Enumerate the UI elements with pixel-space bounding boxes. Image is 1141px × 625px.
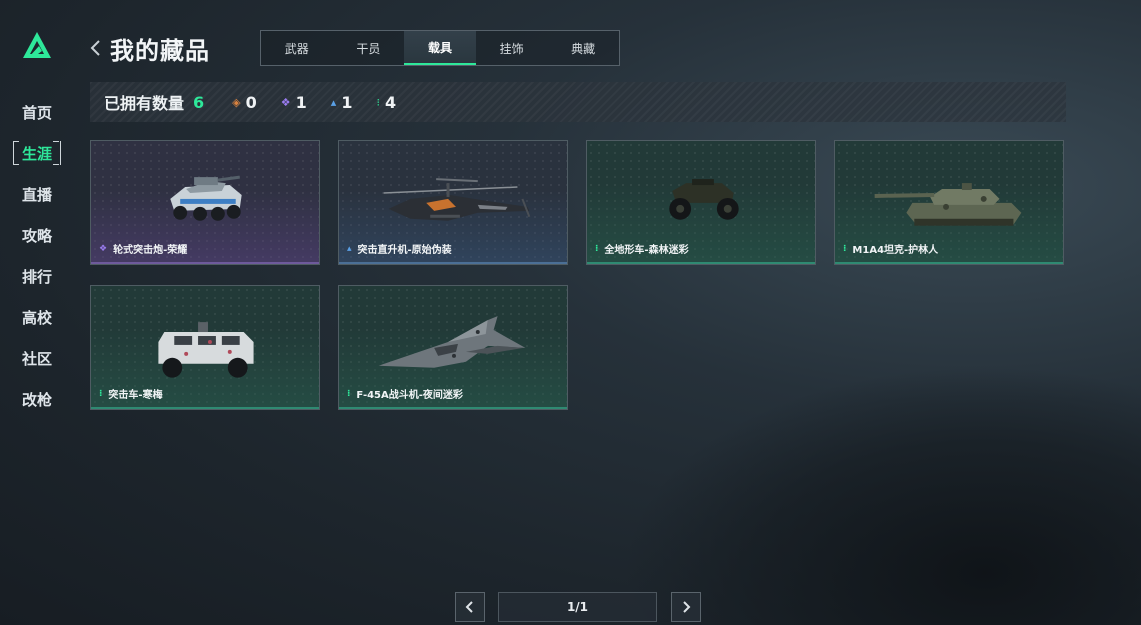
vehicle-card-label: ⁝ 突击车-寒梅: [99, 386, 163, 402]
purple-diamonds-icon: ❖: [280, 95, 291, 109]
green-dots-icon: ⁝: [843, 243, 847, 254]
fighter-jet-image: [378, 316, 526, 368]
vehicle-name: 轮式突击炮-荣耀: [113, 245, 188, 256]
vehicle-card-label: ⁝ F-45A战斗机-夜间迷彩: [347, 386, 463, 402]
sidebar-item-guides[interactable]: 攻略: [12, 215, 62, 256]
tank-image: [874, 183, 1022, 226]
vehicle-card[interactable]: ⁝ M1A4坦克-护林人: [834, 140, 1064, 265]
sidebar-nav: 首页 生涯 直播 攻略 排行 高校 社区 改枪: [12, 92, 62, 420]
vehicle-card[interactable]: ⁝ F-45A战斗机-夜间迷彩: [338, 285, 568, 410]
tab-vehicles[interactable]: 载具: [404, 31, 476, 65]
blue-triangle-icon: ▴: [330, 95, 337, 109]
prev-page-button[interactable]: [455, 592, 485, 622]
app-logo-icon: [23, 32, 51, 58]
rarity-strip: [339, 407, 567, 409]
vehicle-name: 全地形车-森林迷彩: [604, 245, 689, 256]
orange-diamond-icon: ◈: [232, 95, 241, 109]
sidebar-item-home[interactable]: 首页: [12, 92, 62, 133]
rarity-count-orange: ◈ 0: [232, 93, 257, 112]
page-indicator: 1/1: [498, 592, 657, 622]
sidebar-item-rankings[interactable]: 排行: [12, 256, 62, 297]
owned-count-label: 已拥有数量: [104, 94, 185, 113]
vehicle-card[interactable]: ⁝ 全地形车-森林迷彩: [586, 140, 816, 265]
sidebar-item-live[interactable]: 直播: [12, 174, 62, 215]
chevron-left-icon: [465, 601, 473, 613]
rarity-count-value: 1: [295, 92, 307, 112]
rarity-count-value: 0: [245, 92, 257, 112]
purple-diamonds-icon: ❖: [99, 243, 108, 254]
helicopter-image: [383, 178, 531, 221]
rarity-count-green: ⁝ 4: [376, 93, 396, 112]
vehicle-card-label: ❖ 轮式突击炮-荣耀: [99, 241, 188, 257]
background-mountain: [621, 365, 1141, 625]
tab-charms[interactable]: 挂饰: [476, 31, 548, 65]
tab-operators[interactable]: 干员: [333, 31, 405, 65]
armored-car-image: [170, 175, 242, 221]
rarity-strip: [587, 262, 815, 264]
vehicle-card[interactable]: ⁝ 突击车-寒梅: [90, 285, 320, 410]
sidebar-item-community[interactable]: 社区: [12, 338, 62, 379]
rarity-count-purple: ❖ 1: [281, 93, 307, 112]
vehicle-card-label: ⁝ 全地形车-森林迷彩: [595, 241, 689, 257]
green-dots-icon: ⁝: [347, 388, 351, 399]
tab-weapons[interactable]: 武器: [261, 31, 333, 65]
rarity-strip: [91, 262, 319, 264]
vehicle-name: F-45A战斗机-夜间迷彩: [356, 390, 463, 401]
rarity-strip: [91, 407, 319, 409]
rarity-count-blue: ▴ 1: [331, 93, 353, 112]
blue-triangle-icon: ▴: [347, 243, 352, 254]
sidebar-item-career[interactable]: 生涯: [12, 133, 62, 174]
sidebar-item-colleges[interactable]: 高校: [12, 297, 62, 338]
tab-collection[interactable]: 典藏: [547, 31, 619, 65]
rarity-count-value: 1: [341, 92, 353, 112]
chevron-right-icon: [683, 601, 691, 613]
vehicle-card-label: ⁝ M1A4坦克-护林人: [843, 241, 939, 257]
atv-image: [669, 179, 739, 220]
owned-count-bar: 已拥有数量 6 ◈ 0 ❖ 1 ▴ 1 ⁝ 4: [90, 82, 1066, 122]
page-title: 我的藏品: [110, 37, 210, 65]
category-tabs: 武器 干员 载具 挂饰 典藏: [260, 30, 620, 66]
green-dots-icon: ⁝: [595, 243, 599, 254]
sidebar-item-gunsmith[interactable]: 改枪: [12, 379, 62, 420]
vehicle-name: 突击直升机-原始伪装: [357, 245, 452, 256]
owned-count-total: 6: [193, 92, 205, 112]
rarity-strip: [835, 262, 1063, 264]
green-dots-icon: ⁝: [99, 388, 103, 399]
vehicle-name: M1A4坦克-护林人: [852, 245, 939, 256]
green-dots-icon: ⁝: [376, 95, 380, 109]
vehicle-name: 突击车-寒梅: [108, 390, 163, 401]
vehicle-card[interactable]: ❖ 轮式突击炮-荣耀: [90, 140, 320, 265]
rarity-strip: [339, 262, 567, 264]
vehicle-card-label: ▴ 突击直升机-原始伪装: [347, 241, 452, 257]
assault-vehicle-image: [158, 322, 254, 378]
back-chevron-icon[interactable]: [88, 37, 104, 59]
rarity-count-value: 4: [384, 92, 397, 112]
next-page-button[interactable]: [671, 592, 701, 622]
vehicle-card[interactable]: ▴ 突击直升机-原始伪装: [338, 140, 568, 265]
